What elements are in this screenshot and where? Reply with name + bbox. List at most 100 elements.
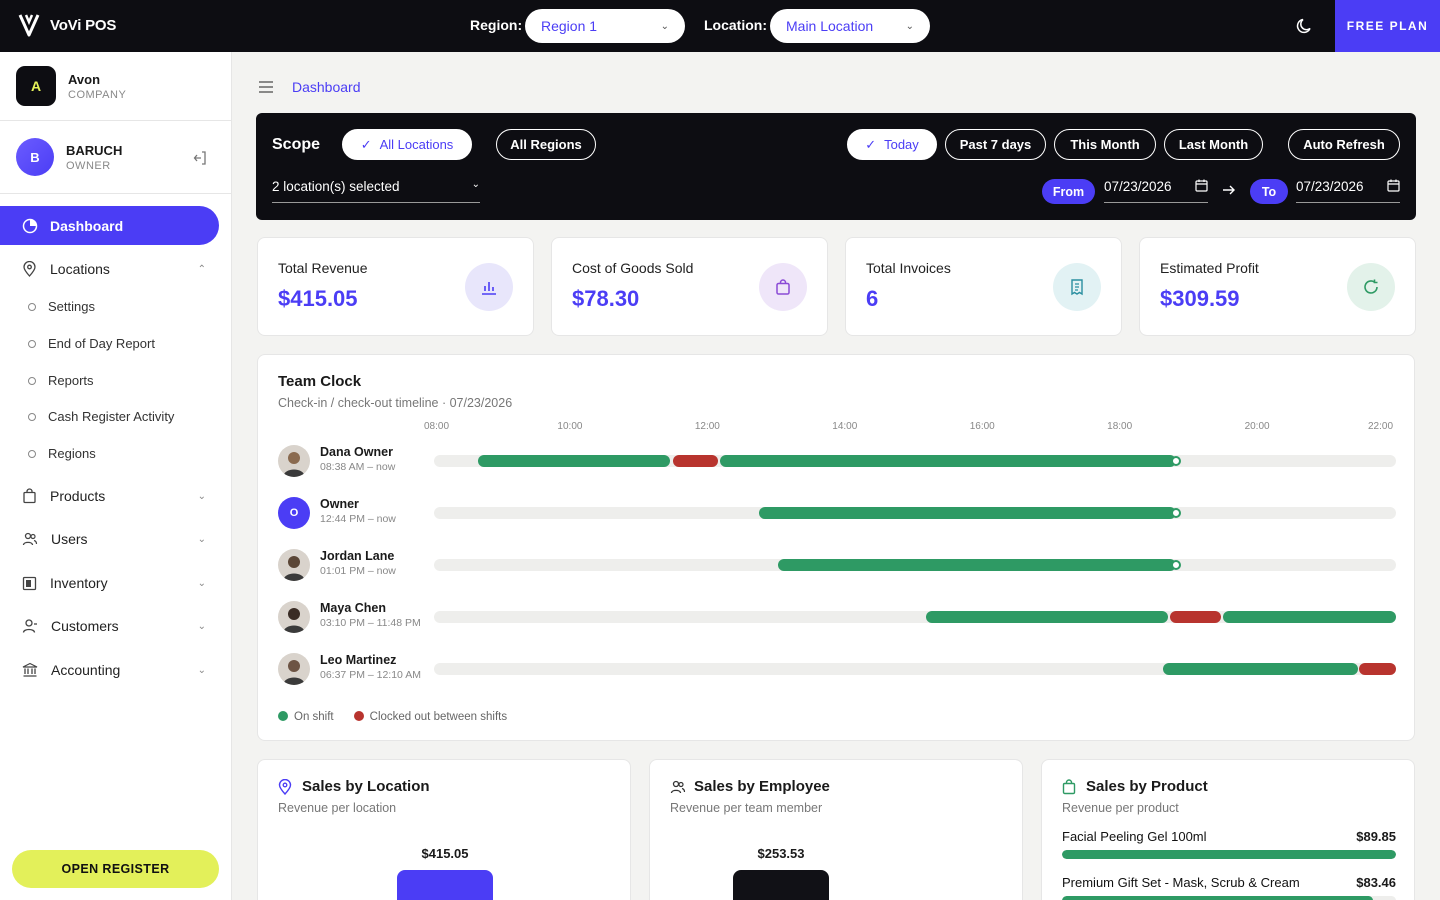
- user-profile[interactable]: B BARUCH OWNER: [16, 138, 122, 176]
- kpi-value: $415.05: [278, 286, 358, 311]
- time-tick: 22:00: [1368, 421, 1394, 432]
- kpi-estimated-profit: Estimated Profit $309.59: [1139, 237, 1416, 336]
- sidebar-item-inventory[interactable]: Inventory ⌄: [22, 575, 212, 591]
- brand-logo[interactable]: VoVi POS: [18, 12, 116, 38]
- check-icon: ✓: [865, 136, 877, 152]
- now-marker: [1170, 456, 1181, 466]
- shift-timeline-track: [434, 663, 1396, 675]
- from-date-value: 07/23/2026: [1104, 179, 1172, 194]
- on-shift-segment[interactable]: [759, 507, 1176, 519]
- sidebar-subitem-cash-register-activity[interactable]: Cash Register Activity: [28, 409, 174, 424]
- sidebar-item-locations[interactable]: Locations ⌃: [22, 261, 212, 277]
- team-member-row[interactable]: Dana Owner 08:38 AM – now: [278, 441, 1408, 481]
- chevron-down-icon: ⌄: [197, 664, 206, 676]
- user-role: OWNER: [66, 159, 111, 172]
- all-locations-button[interactable]: ✓ All Locations: [342, 129, 472, 160]
- sidebar-item-label: Accounting: [51, 662, 121, 678]
- map-pin-icon: [23, 261, 36, 277]
- product-row[interactable]: Facial Peeling Gel 100ml $89.85: [1062, 829, 1396, 859]
- sidebar-subitem-label: End of Day Report: [48, 336, 155, 351]
- users-icon: [670, 779, 686, 800]
- kpi-total-invoices: Total Invoices 6: [845, 237, 1122, 336]
- location-bar[interactable]: [397, 870, 493, 900]
- kpi-total-revenue: Total Revenue $415.05: [257, 237, 534, 336]
- location-select[interactable]: Main Location ⌄: [770, 9, 930, 43]
- all-regions-button[interactable]: All Regions: [496, 129, 596, 160]
- from-date-input[interactable]: 07/23/2026: [1104, 179, 1208, 203]
- free-plan-button[interactable]: FREE PLAN: [1335, 0, 1440, 52]
- on-shift-segment[interactable]: [719, 455, 1176, 467]
- company-name: Avon: [68, 71, 101, 87]
- legend-swatch: [353, 711, 364, 721]
- brand-name: VoVi POS: [50, 16, 117, 34]
- sidebar-subitem-settings[interactable]: Settings: [28, 299, 95, 314]
- legend-label: On shift: [294, 711, 334, 723]
- sidebar-item-customers[interactable]: Customers ⌄: [22, 618, 212, 634]
- clocked-out-segment[interactable]: [1169, 611, 1221, 623]
- sales-by-product-card: Sales by Product Revenue per product Fac…: [1041, 759, 1415, 900]
- card-title: Sales by Product: [1086, 778, 1208, 795]
- time-tick: 18:00: [1107, 421, 1133, 432]
- calendar-icon: [1195, 179, 1208, 192]
- avatar: [278, 549, 310, 581]
- member-shift-time: 08:38 AM – now: [320, 461, 396, 473]
- sidebar-item-label: Locations: [50, 261, 110, 277]
- bar-chart-icon: [465, 263, 513, 311]
- range-this-month-button[interactable]: This Month: [1054, 129, 1156, 160]
- member-name: Maya Chen: [320, 601, 386, 615]
- logout-button[interactable]: [192, 150, 208, 171]
- auto-refresh-button[interactable]: Auto Refresh: [1288, 129, 1400, 160]
- scope-title: Scope: [272, 136, 321, 153]
- range-today-button[interactable]: ✓ Today: [847, 129, 937, 160]
- range-last-month-button[interactable]: Last Month: [1164, 129, 1263, 160]
- timeline-legend: On shift Clocked out between shifts: [278, 711, 507, 723]
- on-shift-segment[interactable]: [478, 455, 670, 467]
- to-date-value: 07/23/2026: [1296, 179, 1364, 194]
- team-member-row[interactable]: O Owner 12:44 PM – now: [278, 493, 1408, 533]
- on-shift-segment[interactable]: [1163, 663, 1358, 675]
- sidebar-subitem-label: Reports: [48, 373, 94, 388]
- locations-selector[interactable]: 2 location(s) selected ⌄: [272, 179, 480, 203]
- divider: [0, 193, 231, 194]
- to-date-input[interactable]: 07/23/2026: [1296, 179, 1400, 203]
- sidebar-item-accounting[interactable]: Accounting ⌄: [22, 662, 212, 678]
- sidebar-item-dashboard[interactable]: Dashboard: [0, 206, 219, 245]
- product-bar-fill: [1062, 896, 1373, 900]
- map-pin-icon: [278, 778, 292, 800]
- kpi-label: Total Invoices: [866, 260, 951, 276]
- team-member-row[interactable]: Maya Chen 03:10 PM – 11:48 PM: [278, 597, 1408, 637]
- region-select[interactable]: Region 1 ⌄: [525, 9, 685, 43]
- bar-value-label: $415.05: [421, 846, 469, 861]
- time-tick: 16:00: [969, 421, 995, 432]
- refresh-icon: [1347, 263, 1395, 311]
- open-register-button[interactable]: OPEN REGISTER: [12, 850, 219, 888]
- on-shift-segment[interactable]: [1222, 611, 1396, 623]
- range-past-7-days-button[interactable]: Past 7 days: [945, 129, 1046, 160]
- team-member-row[interactable]: Leo Martinez 06:37 PM – 12:10 AM: [278, 649, 1408, 689]
- sidebar-subitem-reports[interactable]: Reports: [28, 373, 94, 388]
- sidebar-item-label: Customers: [51, 618, 119, 634]
- clocked-out-segment[interactable]: [672, 455, 718, 467]
- product-name: Facial Peeling Gel 100ml: [1062, 829, 1207, 844]
- customer-icon: [22, 619, 37, 633]
- avatar: B: [16, 138, 54, 176]
- clocked-out-segment[interactable]: [1359, 663, 1396, 675]
- dark-mode-toggle[interactable]: [1295, 16, 1315, 41]
- product-row[interactable]: Premium Gift Set - Mask, Scrub & Cream $…: [1062, 875, 1396, 900]
- sidebar-item-products[interactable]: Products ⌄: [22, 488, 212, 504]
- sidebar-item-users[interactable]: Users ⌄: [22, 531, 212, 547]
- bullet-icon: [28, 412, 36, 421]
- company-switcher[interactable]: A Avon COMPANY: [16, 66, 126, 106]
- vovi-logo-icon: [18, 14, 40, 37]
- employee-bar[interactable]: [733, 870, 829, 900]
- breadcrumb[interactable]: Dashboard: [292, 79, 361, 95]
- sidebar-subitem-regions[interactable]: Regions: [28, 446, 96, 461]
- on-shift-segment[interactable]: [925, 611, 1168, 623]
- member-name: Jordan Lane: [320, 549, 395, 563]
- sidebar-subitem-end-of-day-report[interactable]: End of Day Report: [28, 336, 155, 351]
- users-icon: [22, 532, 38, 546]
- on-shift-segment[interactable]: [778, 559, 1176, 571]
- now-marker: [1170, 560, 1181, 570]
- team-member-row[interactable]: Jordan Lane 01:01 PM – now: [278, 545, 1408, 585]
- menu-toggle[interactable]: [258, 80, 274, 99]
